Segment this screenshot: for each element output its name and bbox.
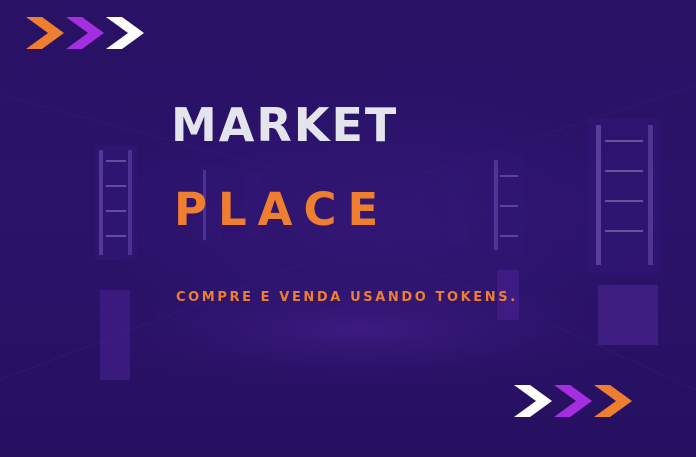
chevron-group-top xyxy=(26,17,144,49)
chevron-white-icon xyxy=(514,385,552,417)
hero-banner: MARKET PLACE COMPRE E VENDA USANDO TOKEN… xyxy=(0,0,696,457)
chevron-purple-icon xyxy=(554,385,592,417)
chevron-purple-icon xyxy=(66,17,104,49)
chevron-group-bottom xyxy=(514,385,632,417)
tagline: COMPRE E VENDA USANDO TOKENS. xyxy=(176,290,518,305)
title-market: MARKET xyxy=(171,98,399,152)
chevron-white-icon xyxy=(106,17,144,49)
chevron-orange-icon xyxy=(26,17,64,49)
title-place: PLACE xyxy=(174,183,390,236)
chevron-orange-icon xyxy=(594,385,632,417)
